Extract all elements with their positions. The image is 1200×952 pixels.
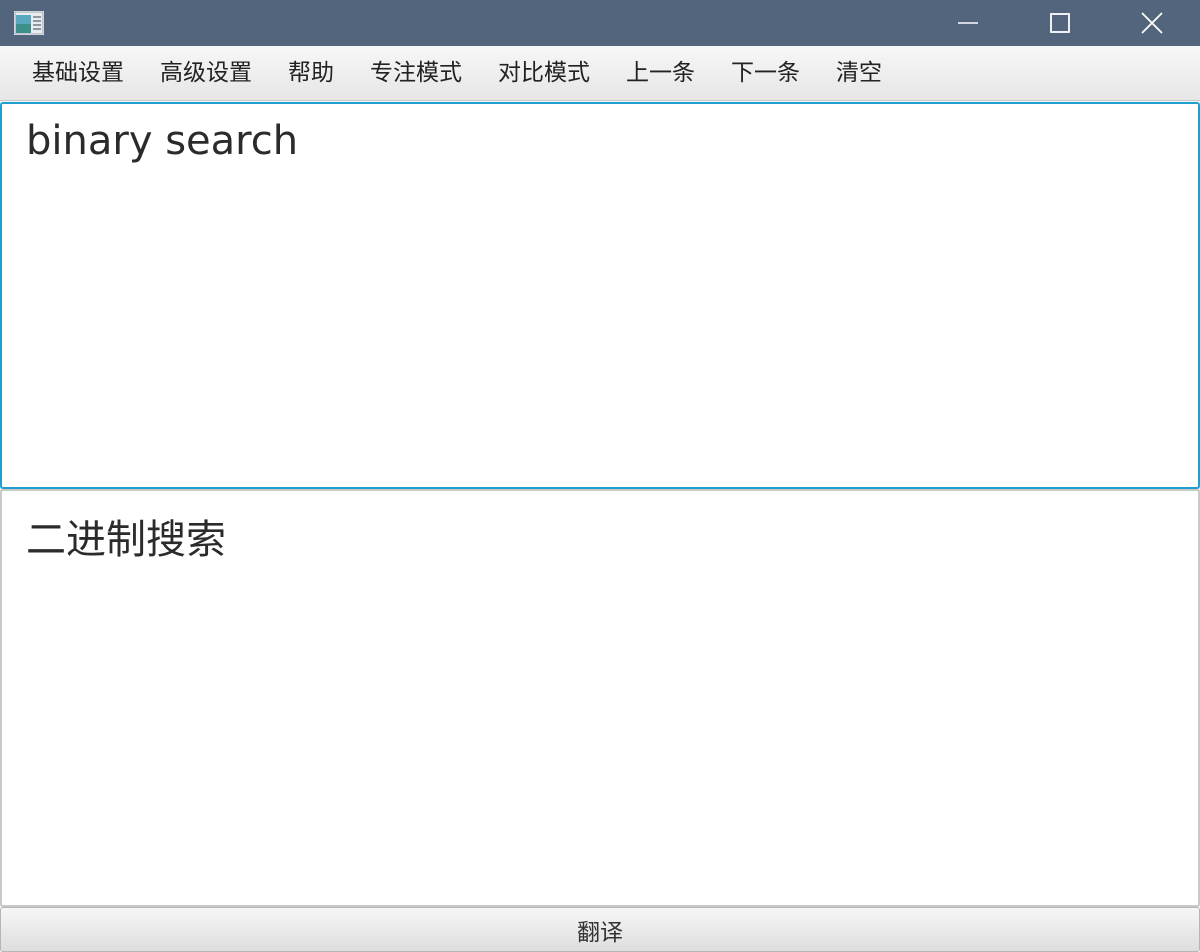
minimize-icon [958,22,978,24]
menu-next[interactable]: 下一条 [713,46,818,101]
close-button[interactable] [1106,0,1198,46]
minimize-button[interactable] [922,0,1014,46]
app-icon [14,11,44,35]
maximize-button[interactable] [1014,0,1106,46]
menu-help[interactable]: 帮助 [270,46,352,101]
menu-clear[interactable]: 清空 [818,46,900,101]
menu-advanced-settings[interactable]: 高级设置 [142,46,270,101]
menu-compare-mode[interactable]: 对比模式 [480,46,608,101]
maximize-icon [1050,13,1070,33]
title-bar[interactable] [0,0,1200,46]
menu-previous[interactable]: 上一条 [608,46,713,101]
result-text: 二进制搜索 [26,517,226,563]
result-text-area[interactable]: 二进制搜索 [0,489,1200,907]
menu-bar: 基础设置 高级设置 帮助 专注模式 对比模式 上一条 下一条 清空 [0,46,1200,101]
app-window: 基础设置 高级设置 帮助 专注模式 对比模式 上一条 下一条 清空 binary… [0,0,1200,952]
menu-basic-settings[interactable]: 基础设置 [14,46,142,101]
source-text-area[interactable]: binary search [0,102,1200,489]
source-text: binary search [26,118,299,164]
close-icon [1141,12,1163,34]
menu-focus-mode[interactable]: 专注模式 [352,46,480,101]
translate-button[interactable]: 翻译 [0,907,1200,952]
